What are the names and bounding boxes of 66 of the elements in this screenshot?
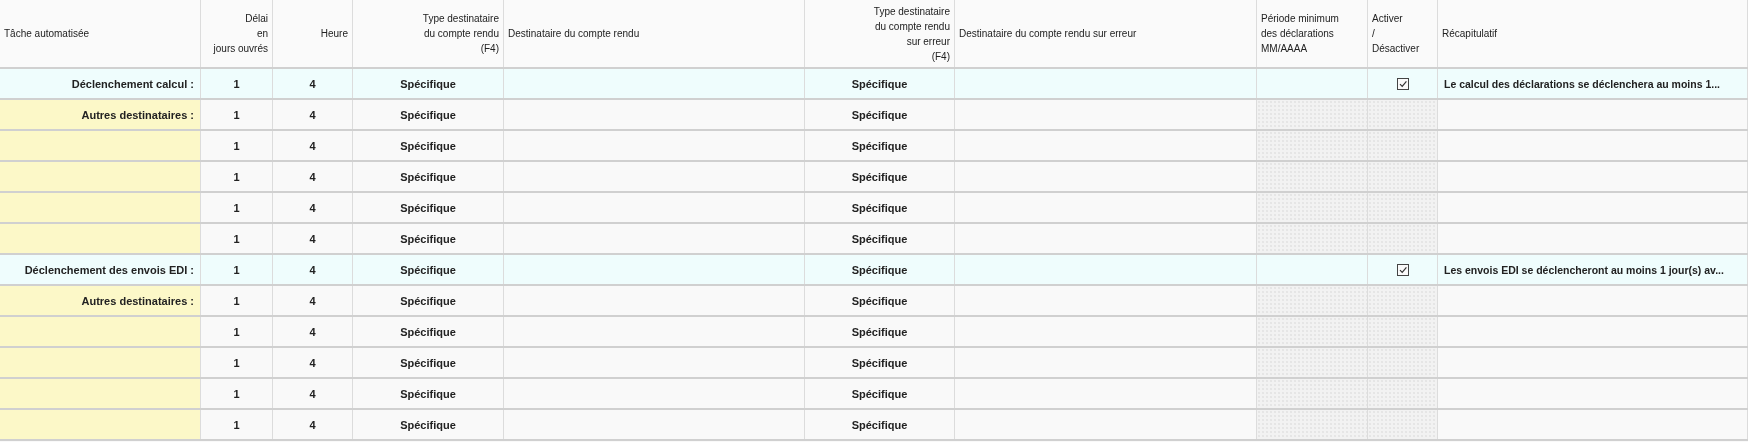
table-cell: Spécifique bbox=[805, 162, 955, 191]
table-cell: 1 bbox=[201, 379, 273, 408]
table-cell: 4 bbox=[273, 255, 353, 284]
table-cell: Spécifique bbox=[353, 410, 504, 439]
table-cell: 1 bbox=[201, 131, 273, 160]
table-cell: 4 bbox=[273, 410, 353, 439]
table-cell: Spécifique bbox=[805, 100, 955, 129]
table-cell: Spécifique bbox=[353, 162, 504, 191]
table-cell: 1 bbox=[201, 410, 273, 439]
table-cell: 4 bbox=[273, 193, 353, 222]
table-cell: 4 bbox=[273, 69, 353, 98]
table-cell: 1 bbox=[201, 69, 273, 98]
column-header[interactable]: Heure bbox=[273, 0, 353, 67]
table-cell: 4 bbox=[273, 100, 353, 129]
column-header[interactable]: Destinataire du compte rendu sur erreur bbox=[955, 0, 1257, 67]
table-cell: Spécifique bbox=[353, 100, 504, 129]
table-cell: 1 bbox=[201, 193, 273, 222]
table-cell: 4 bbox=[273, 348, 353, 377]
table-cell: Spécifique bbox=[805, 193, 955, 222]
table-cell: 4 bbox=[273, 286, 353, 315]
row-label: Autres destinataires : bbox=[0, 286, 201, 315]
table-cell: Spécifique bbox=[353, 286, 504, 315]
table-cell: 4 bbox=[273, 131, 353, 160]
checkbox[interactable] bbox=[1396, 263, 1409, 276]
table-cell: 4 bbox=[273, 317, 353, 346]
table-cell: Spécifique bbox=[805, 286, 955, 315]
table-cell: Spécifique bbox=[805, 224, 955, 253]
column-header[interactable]: Période minimum des déclarations MM/AAAA bbox=[1257, 0, 1368, 67]
table-cell: Le calcul des déclarations se déclenchera au moins 1... bbox=[1438, 69, 1748, 98]
table-cell: Spécifique bbox=[353, 348, 504, 377]
column-header[interactable]: Type destinataire du compte rendu (F4) bbox=[353, 0, 504, 67]
table-cell: Spécifique bbox=[353, 224, 504, 253]
column-header[interactable]: Type destinataire du compte rendu sur erreur (F4) bbox=[805, 0, 955, 67]
column-header[interactable]: Destinataire du compte rendu bbox=[504, 0, 805, 67]
table-cell: Spécifique bbox=[805, 69, 955, 98]
table-cell: Spécifique bbox=[353, 193, 504, 222]
column-header[interactable]: Activer / Désactiver bbox=[1368, 0, 1438, 67]
table-cell: 4 bbox=[273, 162, 353, 191]
table-cell: 4 bbox=[273, 379, 353, 408]
table-cell: Spécifique bbox=[805, 379, 955, 408]
table-cell: 1 bbox=[201, 348, 273, 377]
table-cell: 1 bbox=[201, 286, 273, 315]
table-cell: Spécifique bbox=[353, 69, 504, 98]
table-cell: Spécifique bbox=[805, 317, 955, 346]
checkbox[interactable] bbox=[1396, 77, 1409, 90]
table-cell: Spécifique bbox=[805, 131, 955, 160]
table-cell: 4 bbox=[273, 224, 353, 253]
table-cell: Les envois EDI se déclencheront au moins 1 jour(s) av... bbox=[1438, 255, 1748, 284]
table-cell: 1 bbox=[201, 162, 273, 191]
table-cell: Spécifique bbox=[805, 255, 955, 284]
column-header[interactable]: Délai en jours ouvrés bbox=[201, 0, 273, 67]
table-cell: Spécifique bbox=[805, 410, 955, 439]
row-label: Autres destinataires : bbox=[0, 100, 201, 129]
table-cell: Spécifique bbox=[353, 379, 504, 408]
table-cell: Spécifique bbox=[353, 255, 504, 284]
column-header[interactable]: Récapitulatif bbox=[1438, 0, 1748, 67]
table-cell: 1 bbox=[201, 255, 273, 284]
table-cell: Spécifique bbox=[805, 348, 955, 377]
table-cell: Spécifique bbox=[353, 317, 504, 346]
table-cell: 1 bbox=[201, 100, 273, 129]
row-label: Déclenchement des envois EDI : bbox=[0, 255, 201, 284]
row-label: Déclenchement calcul : bbox=[0, 69, 201, 98]
column-header[interactable]: Tâche automatisée bbox=[0, 0, 201, 67]
table-cell: Spécifique bbox=[353, 131, 504, 160]
table-cell: 1 bbox=[201, 317, 273, 346]
table-cell: 1 bbox=[201, 224, 273, 253]
